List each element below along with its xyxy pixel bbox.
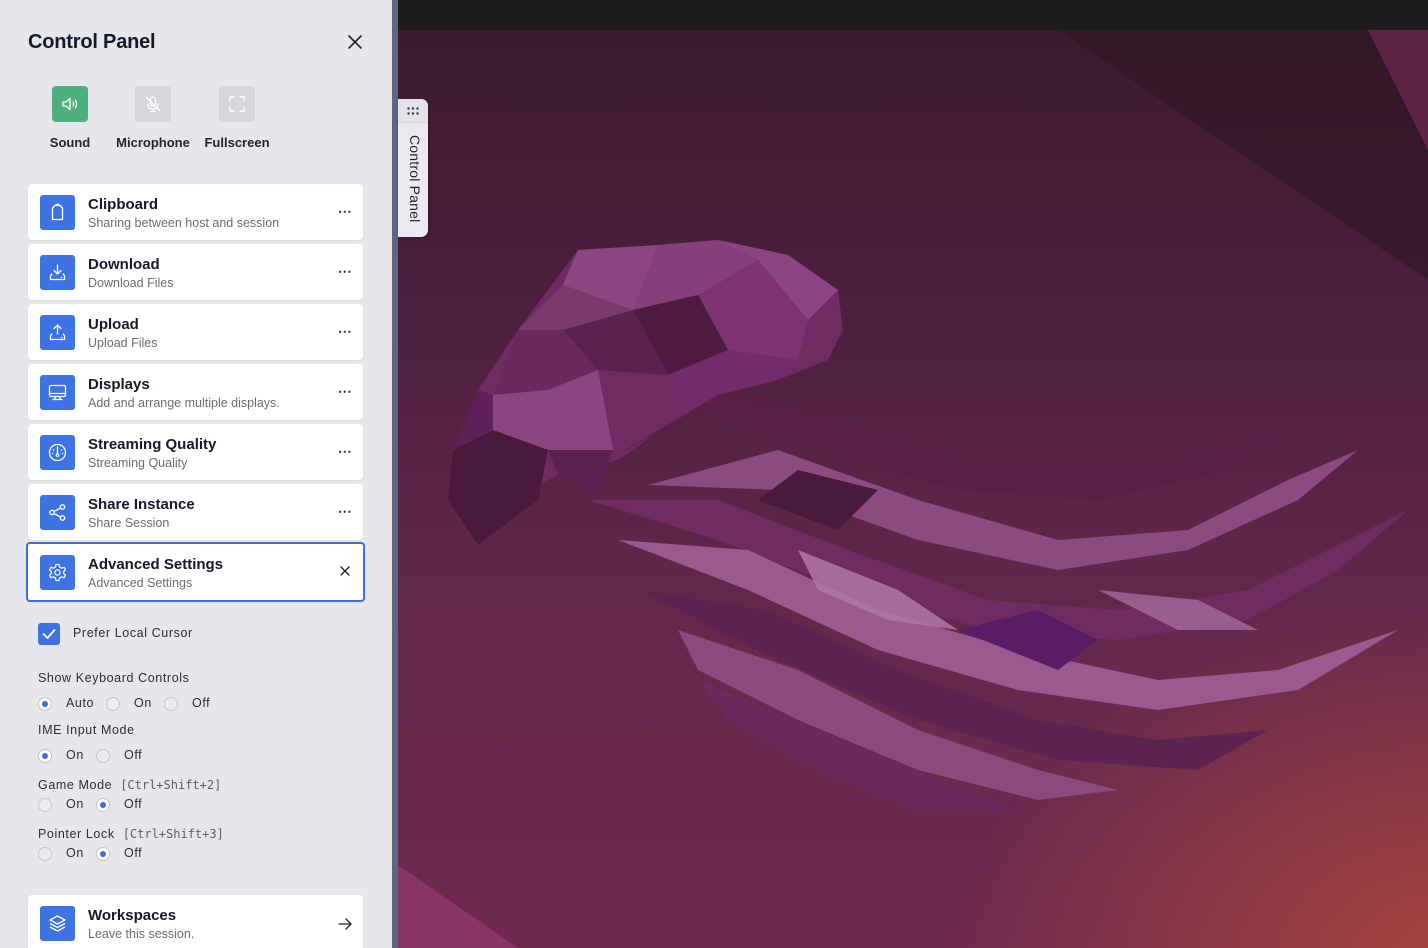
card-subtitle: Advanced Settings bbox=[88, 576, 193, 590]
keyboard-controls-auto-radio[interactable] bbox=[38, 697, 52, 711]
sound-toggle[interactable]: Sound bbox=[25, 86, 115, 150]
radio-label: On bbox=[66, 748, 84, 762]
share-instance-card[interactable]: Share Instance Share Session ⋯ bbox=[28, 484, 363, 540]
arrow-right-icon bbox=[338, 918, 352, 930]
card-title: Displays bbox=[88, 376, 150, 393]
radio-label: Off bbox=[124, 846, 143, 860]
card-title: Upload bbox=[88, 316, 139, 333]
remote-desktop[interactable] bbox=[398, 0, 1428, 948]
fullscreen-icon bbox=[229, 96, 245, 112]
share-icon bbox=[49, 504, 66, 521]
more-options-button[interactable]: ⋯ bbox=[337, 261, 353, 281]
microphone-label: Microphone bbox=[116, 135, 190, 150]
card-title: Streaming Quality bbox=[88, 436, 217, 453]
close-panel-button[interactable] bbox=[343, 30, 367, 54]
card-subtitle: Sharing between host and session bbox=[88, 216, 280, 230]
pointer-lock-off-radio[interactable] bbox=[96, 847, 110, 861]
advanced-settings-card[interactable]: Advanced Settings Advanced Settings bbox=[26, 542, 365, 602]
drag-handle[interactable] bbox=[398, 99, 428, 123]
card-subtitle: Download Files bbox=[88, 276, 174, 290]
microphone-off-icon bbox=[145, 96, 161, 113]
card-title: Share Instance bbox=[88, 496, 195, 513]
more-options-button[interactable]: ⋯ bbox=[337, 381, 353, 401]
radio-label: Auto bbox=[66, 696, 95, 710]
card-subtitle: Share Session bbox=[88, 516, 170, 530]
card-subtitle: Streaming Quality bbox=[88, 456, 188, 470]
microphone-button[interactable] bbox=[135, 86, 171, 122]
pointer-lock-label: Pointer Lock [Ctrl+Shift+3] bbox=[38, 827, 224, 841]
microphone-toggle[interactable]: Microphone bbox=[108, 86, 198, 150]
checkmark-icon bbox=[42, 629, 56, 639]
radio-label: Off bbox=[124, 797, 143, 811]
card-subtitle: Upload Files bbox=[88, 336, 158, 350]
pointer-lock-on-radio[interactable] bbox=[38, 847, 52, 861]
more-options-button[interactable]: ⋯ bbox=[337, 321, 353, 341]
game-mode-on-radio[interactable] bbox=[38, 798, 52, 812]
ime-input-mode-label: IME Input Mode bbox=[38, 723, 135, 737]
grip-icon bbox=[407, 107, 419, 115]
clipboard-icon bbox=[51, 203, 64, 221]
jellyfish-wallpaper bbox=[398, 30, 1428, 948]
ime-on-radio[interactable] bbox=[38, 749, 52, 763]
gauge-icon bbox=[48, 443, 67, 462]
desktop-top-bar bbox=[398, 0, 1428, 30]
control-panel-tab-label: Control Panel bbox=[407, 135, 423, 223]
radio-label: On bbox=[66, 846, 84, 860]
leave-session-button[interactable] bbox=[336, 915, 354, 933]
workspaces-card[interactable]: Workspaces Leave this session. bbox=[28, 895, 363, 948]
fullscreen-label: Fullscreen bbox=[204, 135, 270, 150]
control-panel-tab[interactable]: Control Panel bbox=[398, 99, 428, 237]
card-title: Advanced Settings bbox=[88, 556, 224, 573]
card-title: Download bbox=[88, 256, 160, 273]
ime-off-radio[interactable] bbox=[96, 749, 110, 763]
gear-icon bbox=[48, 563, 67, 582]
speaker-icon bbox=[62, 97, 78, 111]
upload-card[interactable]: Upload Upload Files ⋯ bbox=[28, 304, 363, 360]
radio-label: Off bbox=[192, 696, 211, 710]
more-options-button[interactable]: ⋯ bbox=[337, 501, 353, 521]
download-card[interactable]: Download Download Files ⋯ bbox=[28, 244, 363, 300]
close-icon bbox=[340, 566, 350, 576]
pointer-lock-text: Pointer Lock bbox=[38, 827, 115, 841]
fullscreen-button[interactable] bbox=[219, 86, 255, 122]
keyboard-controls-on-radio[interactable] bbox=[106, 697, 120, 711]
upload-icon bbox=[49, 324, 66, 341]
radio-label: On bbox=[134, 696, 152, 710]
sound-label: Sound bbox=[49, 135, 91, 150]
show-keyboard-controls-label: Show Keyboard Controls bbox=[38, 671, 190, 685]
pointer-lock-shortcut: [Ctrl+Shift+3] bbox=[122, 827, 224, 841]
displays-card[interactable]: Displays Add and arrange multiple displa… bbox=[28, 364, 363, 420]
game-mode-text: Game Mode bbox=[38, 778, 113, 792]
card-subtitle: Leave this session. bbox=[88, 927, 195, 941]
fullscreen-toggle[interactable]: Fullscreen bbox=[192, 86, 282, 150]
control-panel: Control Panel Sound Microphone Fullscree… bbox=[0, 0, 392, 948]
game-mode-label: Game Mode [Ctrl+Shift+2] bbox=[38, 778, 221, 792]
collapse-advanced-button[interactable] bbox=[336, 562, 354, 580]
sound-button[interactable] bbox=[52, 86, 88, 122]
streaming-quality-card[interactable]: Streaming Quality Streaming Quality ⋯ bbox=[28, 424, 363, 480]
more-options-button[interactable]: ⋯ bbox=[337, 441, 353, 461]
game-mode-off-radio[interactable] bbox=[96, 798, 110, 812]
clipboard-card[interactable]: Clipboard Sharing between host and sessi… bbox=[28, 184, 363, 240]
panel-title: Control Panel bbox=[28, 31, 156, 53]
prefer-local-cursor-label: Prefer Local Cursor bbox=[73, 626, 193, 640]
prefer-local-cursor-checkbox[interactable] bbox=[38, 623, 60, 645]
monitor-icon bbox=[48, 384, 67, 401]
keyboard-controls-off-radio[interactable] bbox=[164, 697, 178, 711]
close-icon bbox=[348, 35, 362, 49]
more-options-button[interactable]: ⋯ bbox=[337, 201, 353, 221]
card-title: Workspaces bbox=[88, 907, 177, 924]
radio-label: Off bbox=[124, 748, 143, 762]
game-mode-shortcut: [Ctrl+Shift+2] bbox=[120, 778, 222, 792]
card-subtitle: Add and arrange multiple displays. bbox=[88, 396, 280, 410]
layers-icon bbox=[49, 915, 66, 932]
card-title: Clipboard bbox=[88, 196, 158, 213]
radio-label: On bbox=[66, 797, 84, 811]
download-icon bbox=[49, 264, 66, 281]
